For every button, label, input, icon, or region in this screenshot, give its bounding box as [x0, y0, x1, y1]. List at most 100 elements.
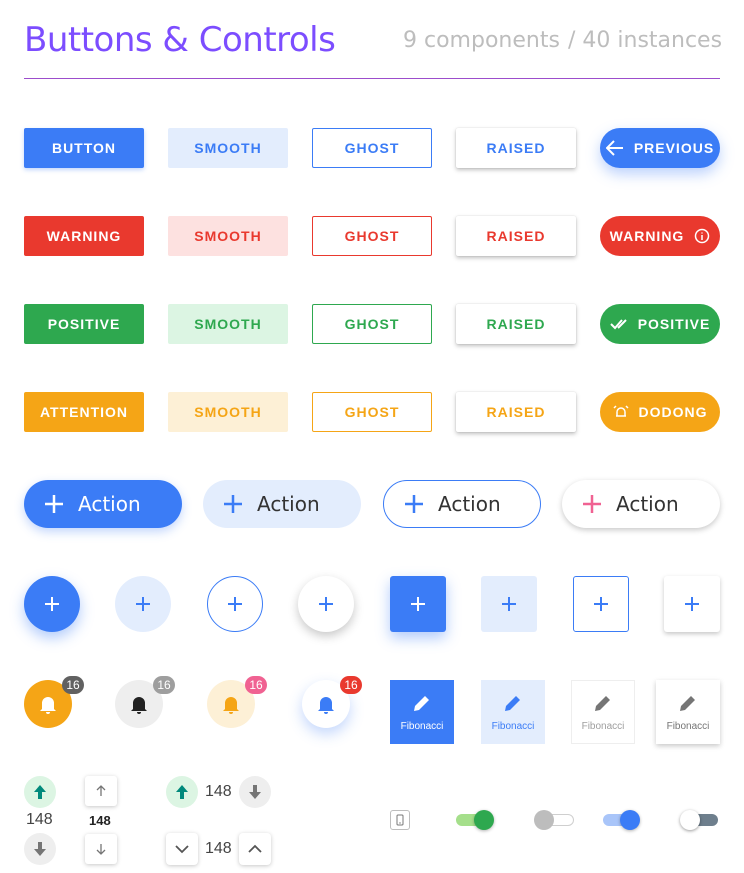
- toggle-dark-off[interactable]: [680, 810, 720, 830]
- toggle-grey-off[interactable]: [534, 810, 574, 830]
- arrow-up-icon: [176, 785, 188, 799]
- notification-button-grey[interactable]: 16: [115, 676, 175, 728]
- toggle-knob: [680, 810, 700, 830]
- toggle-knob: [620, 810, 640, 830]
- plus-icon: [319, 597, 333, 611]
- notification-button-light[interactable]: 16: [207, 676, 267, 728]
- arrow-left-icon: [605, 140, 623, 156]
- notification-button-orange[interactable]: 16: [24, 676, 84, 728]
- button-label: GHOST: [344, 140, 400, 156]
- plus-icon: [136, 597, 150, 611]
- fibonacci-tile-solid[interactable]: Fibonacci: [390, 680, 454, 744]
- stepper-increment[interactable]: [24, 776, 56, 808]
- notification-button-raised[interactable]: 16: [302, 676, 362, 728]
- button-label: WARNING: [609, 228, 685, 244]
- alarm-icon: [612, 405, 629, 417]
- action-button-raised[interactable]: Action: [562, 480, 720, 528]
- fibonacci-tile-raised[interactable]: Fibonacci: [656, 680, 720, 744]
- button-ghost-orange[interactable]: GHOST: [312, 392, 432, 432]
- arrow-down-icon: [96, 844, 106, 855]
- plus-icon: [45, 597, 59, 611]
- button-label: PREVIOUS: [633, 140, 715, 156]
- action-label: Action: [78, 492, 141, 516]
- stepper-increment[interactable]: [166, 776, 198, 808]
- button-smooth-green[interactable]: SMOOTH: [168, 304, 288, 344]
- action-button-smooth[interactable]: Action: [203, 480, 361, 528]
- stepper-increment[interactable]: [85, 776, 117, 806]
- fab-ghost[interactable]: [207, 576, 263, 632]
- button-smooth-blue[interactable]: SMOOTH: [168, 128, 288, 168]
- warning-pill-button[interactable]: WARNING: [600, 216, 720, 256]
- button-label: RAISED: [486, 228, 546, 244]
- button-raised-green[interactable]: RAISED: [456, 304, 576, 344]
- notification-badge: 16: [62, 676, 84, 694]
- tile-label: Fibonacci: [491, 720, 535, 732]
- stepper-increment[interactable]: [239, 833, 271, 865]
- stepper-decrement[interactable]: [24, 833, 56, 865]
- stepper-value: 148: [205, 783, 232, 800]
- plus-icon: [583, 495, 601, 513]
- square-icon-button-smooth[interactable]: [481, 576, 537, 632]
- previous-button[interactable]: PREVIOUS: [600, 128, 720, 168]
- action-button-solid[interactable]: Action: [24, 480, 182, 528]
- instances-count: / 40 instances: [568, 28, 723, 53]
- button-label: RAISED: [486, 404, 546, 420]
- toggle-green-on[interactable]: [456, 810, 496, 830]
- button-solid-green[interactable]: POSITIVE: [24, 304, 144, 344]
- bell-icon: [318, 697, 334, 714]
- button-raised-orange[interactable]: RAISED: [456, 392, 576, 432]
- button-raised-red[interactable]: RAISED: [456, 216, 576, 256]
- components-count: 9 components: [403, 28, 560, 53]
- button-solid-blue[interactable]: BUTTON: [24, 128, 144, 168]
- square-icon-button-solid[interactable]: [390, 576, 446, 632]
- fab-smooth[interactable]: [115, 576, 171, 632]
- button-solid-red[interactable]: WARNING: [24, 216, 144, 256]
- button-smooth-orange[interactable]: SMOOTH: [168, 392, 288, 432]
- fibonacci-tile-smooth[interactable]: Fibonacci: [481, 680, 545, 744]
- square-icon-button-raised[interactable]: [664, 576, 720, 632]
- header-divider: [24, 78, 720, 79]
- toggle-knob: [534, 810, 554, 830]
- pencil-icon: [595, 695, 610, 711]
- stepper-value: 148: [89, 813, 111, 828]
- button-label: WARNING: [46, 228, 122, 244]
- button-solid-orange[interactable]: ATTENTION: [24, 392, 144, 432]
- dodong-pill-button[interactable]: DODONG: [600, 392, 720, 432]
- button-ghost-red[interactable]: GHOST: [312, 216, 432, 256]
- action-label: Action: [257, 492, 320, 516]
- plus-icon: [405, 495, 423, 513]
- page-title: Buttons & Controls: [24, 20, 336, 60]
- button-ghost-blue[interactable]: GHOST: [312, 128, 432, 168]
- button-label: RAISED: [486, 316, 546, 332]
- stepper-decrement[interactable]: [85, 834, 117, 864]
- device-checkbox[interactable]: [390, 810, 410, 830]
- fab-solid[interactable]: [24, 576, 80, 632]
- notification-badge: 16: [245, 676, 267, 694]
- button-label: POSITIVE: [47, 316, 121, 332]
- button-label: RAISED: [486, 140, 546, 156]
- stepper-value: 148: [205, 840, 232, 857]
- tile-label: Fibonacci: [581, 720, 625, 732]
- plus-icon: [411, 597, 425, 611]
- toggle-blue-on[interactable]: [603, 810, 643, 830]
- plus-icon: [228, 597, 242, 611]
- arrow-down-icon: [34, 842, 46, 856]
- phone-icon: [396, 814, 404, 826]
- notification-badge: 16: [340, 676, 362, 694]
- plus-icon: [45, 495, 63, 513]
- stepper-decrement[interactable]: [239, 776, 271, 808]
- chevron-up-icon: [248, 844, 262, 853]
- button-raised-blue[interactable]: RAISED: [456, 128, 576, 168]
- positive-pill-button[interactable]: POSITIVE: [600, 304, 720, 344]
- button-label: POSITIVE: [637, 316, 711, 332]
- button-label: GHOST: [344, 228, 400, 244]
- square-icon-button-ghost[interactable]: [573, 576, 629, 632]
- tile-label: Fibonacci: [400, 720, 444, 732]
- action-button-ghost[interactable]: Action: [383, 480, 541, 528]
- fibonacci-tile-ghost[interactable]: Fibonacci: [571, 680, 635, 744]
- stepper-decrement[interactable]: [166, 833, 198, 865]
- button-ghost-green[interactable]: GHOST: [312, 304, 432, 344]
- fab-raised[interactable]: [298, 576, 354, 632]
- button-smooth-red[interactable]: SMOOTH: [168, 216, 288, 256]
- bell-icon: [223, 697, 239, 714]
